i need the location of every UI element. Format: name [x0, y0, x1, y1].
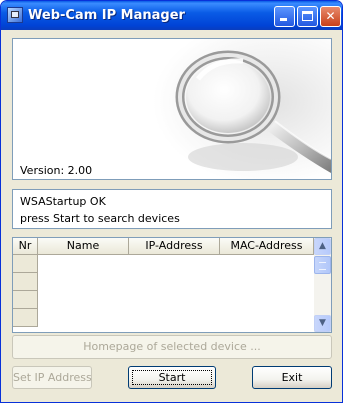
- close-icon: ✕: [325, 9, 336, 23]
- version-label: Version: 2.00: [20, 164, 93, 177]
- title-bar[interactable]: Web-Cam IP Manager ✕: [1, 1, 342, 30]
- maximize-icon: [302, 11, 313, 21]
- row-header[interactable]: [13, 291, 38, 309]
- set-ip-address-button[interactable]: Set IP Address: [12, 366, 92, 389]
- minimize-button[interactable]: [274, 6, 295, 27]
- column-header-nr[interactable]: Nr: [13, 238, 38, 255]
- close-button[interactable]: ✕: [320, 6, 341, 27]
- column-header-ip-address[interactable]: IP-Address: [129, 238, 220, 255]
- homepage-button[interactable]: Homepage of selected device ...: [12, 335, 332, 359]
- scroll-thumb[interactable]: [314, 256, 331, 274]
- exit-button[interactable]: Exit: [252, 366, 332, 389]
- magnifying-glass-icon: [13, 39, 331, 179]
- scroll-up-button[interactable]: ▲: [314, 238, 331, 255]
- chevron-up-icon: ▲: [319, 241, 326, 251]
- table-header: Nr Name IP-Address MAC-Address: [13, 238, 314, 255]
- chevron-down-icon: ▼: [319, 318, 326, 328]
- banner-panel: Version: 2.00: [12, 38, 332, 180]
- start-button[interactable]: Start: [128, 366, 216, 389]
- maximize-button[interactable]: [297, 6, 318, 27]
- scroll-down-button[interactable]: ▼: [314, 315, 331, 332]
- column-header-mac-address[interactable]: MAC-Address: [220, 238, 314, 255]
- window-title: Web-Cam IP Manager: [28, 8, 185, 23]
- column-header-name[interactable]: Name: [38, 238, 129, 255]
- main-window: Web-Cam IP Manager ✕ Version: 2.00 WSASt…: [0, 0, 343, 403]
- vertical-scrollbar[interactable]: ▲ ▼: [314, 238, 331, 332]
- status-line: press Start to search devices: [20, 212, 180, 225]
- webcam-app-icon[interactable]: [7, 7, 23, 23]
- status-line: WSAStartup OK: [20, 195, 106, 208]
- row-header[interactable]: [13, 273, 38, 291]
- minimize-icon: [280, 18, 287, 21]
- focus-rectangle: [132, 370, 212, 385]
- row-header[interactable]: [13, 255, 38, 273]
- device-table[interactable]: Nr Name IP-Address MAC-Address ▲ ▼: [12, 237, 332, 333]
- status-box: WSAStartup OK press Start to search devi…: [12, 189, 332, 229]
- row-header[interactable]: [13, 309, 38, 327]
